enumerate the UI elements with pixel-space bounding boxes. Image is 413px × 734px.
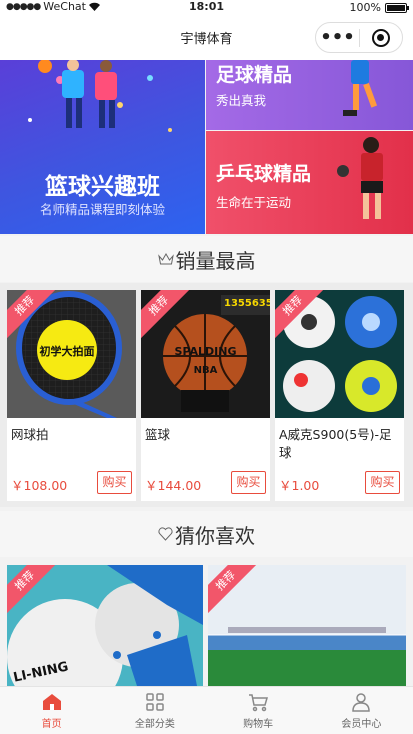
tab-label: 购物车 xyxy=(243,718,274,730)
mini-program-capsule: ••• xyxy=(315,22,403,53)
banner-football-subtitle: 秀出真我 xyxy=(216,93,267,108)
product-name: 篮球 xyxy=(145,427,171,442)
product-image: 13556354 SPALDING NBA 推荐 xyxy=(141,290,270,418)
product-name: A威克S900(5号)-足球 xyxy=(279,427,392,460)
guess-grid: LI-NING 推荐 推荐 xyxy=(0,558,413,686)
product-price: ￥144.00 xyxy=(145,478,202,493)
tab-all-categories[interactable]: 全部分类 xyxy=(103,687,206,734)
status-bar: ●●●●● WeChat 18:01 100% xyxy=(0,0,413,14)
buy-button[interactable]: 购买 xyxy=(97,471,132,494)
battery-icon xyxy=(385,2,409,13)
banner-basketball-class[interactable]: 篮球兴趣班 名师精品课程即刻体验 xyxy=(0,60,205,234)
product-price: ￥1.00 xyxy=(279,478,320,493)
product-image-text: SPALDING xyxy=(174,345,237,358)
tab-member-center[interactable]: 会员中心 xyxy=(310,687,413,734)
home-icon xyxy=(42,693,61,710)
tab-label: 首页 xyxy=(41,718,62,730)
guess-card[interactable]: LI-NING 推荐 xyxy=(7,565,203,686)
grid-icon xyxy=(146,692,164,711)
banner-table-tennis[interactable]: 乒乓球精品 生命在于运动 xyxy=(206,131,413,234)
product-image: 推荐 xyxy=(275,290,404,418)
tab-label: 全部分类 xyxy=(134,718,175,730)
tab-bar: 首页 全部分类 购物车 会员中心 xyxy=(0,686,413,734)
banner-table-tennis-title: 乒乓球精品 xyxy=(216,163,312,185)
guess-card[interactable]: 推荐 xyxy=(208,565,406,686)
section-header-guess-you-like: 猜你喜欢 xyxy=(0,511,413,557)
target-icon xyxy=(371,28,390,47)
section-header-best-sellers: 销量最高 xyxy=(0,236,413,282)
tab-cart[interactable]: 购物车 xyxy=(207,687,310,734)
battery-percent: 100% xyxy=(349,1,381,14)
banner: 篮球兴趣班 名师精品课程即刻体验 足球精品 秀出真我 乒乓球精品 生命在于运动 xyxy=(0,60,413,234)
table-tennis-player-illustration xyxy=(337,137,383,219)
product-card[interactable]: 推荐 A威克S900(5号)-足球 ￥1.00 购买 xyxy=(275,290,404,501)
more-menu-icon[interactable]: ••• xyxy=(316,28,359,46)
cart-icon xyxy=(249,693,269,711)
banner-football[interactable]: 足球精品 秀出真我 xyxy=(206,60,413,130)
football-player-illustration xyxy=(343,60,378,116)
buy-button[interactable]: 购买 xyxy=(231,471,266,494)
product-image-text: 初学大拍面 xyxy=(39,345,95,358)
product-card[interactable]: 13556354 SPALDING NBA 推荐 篮球 ￥144.00 购买 xyxy=(141,290,270,501)
navigation-bar: 宇博体育 ••• xyxy=(0,14,413,60)
basketball-players-illustration xyxy=(28,60,172,132)
tab-home[interactable]: 首页 xyxy=(0,687,103,734)
banner-main-subtitle: 名师精品课程即刻体验 xyxy=(39,202,165,217)
heart-icon xyxy=(158,527,173,541)
product-price: ￥108.00 xyxy=(11,478,68,493)
section-title: 猜你喜欢 xyxy=(175,523,255,548)
product-image-text: 13556354 xyxy=(224,298,270,309)
product-grid: 初学大拍面 推荐 网球拍 ￥108.00 购买 13556354 SPALDIN… xyxy=(0,283,413,507)
user-icon xyxy=(352,692,371,712)
buy-button[interactable]: 购买 xyxy=(365,471,400,494)
banner-table-tennis-subtitle: 生命在于运动 xyxy=(216,195,292,210)
banner-football-title: 足球精品 xyxy=(216,64,293,86)
close-mini-program-button[interactable] xyxy=(360,28,402,47)
section-title: 销量最高 xyxy=(175,248,256,273)
product-image: 初学大拍面 推荐 xyxy=(7,290,136,418)
product-image-text: NBA xyxy=(193,365,218,376)
product-name: 网球拍 xyxy=(11,427,49,442)
banner-main-title: 篮球兴趣班 xyxy=(45,174,160,200)
tab-label: 会员中心 xyxy=(341,718,382,730)
crown-icon xyxy=(157,253,174,265)
product-card[interactable]: 初学大拍面 推荐 网球拍 ￥108.00 购买 xyxy=(7,290,136,501)
